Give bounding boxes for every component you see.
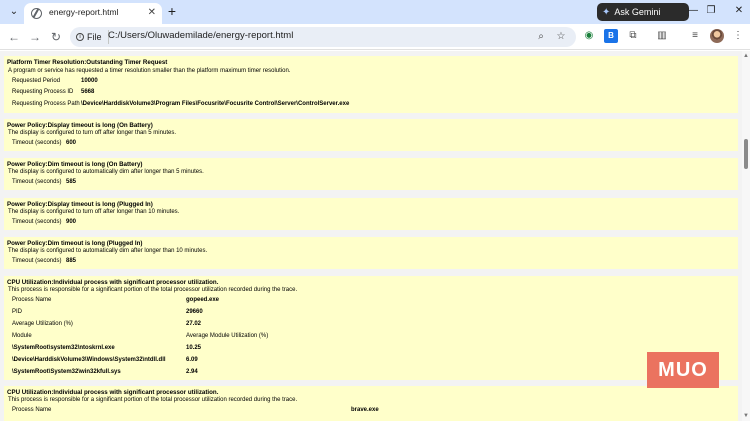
section-description: This process is responsible for a signif…	[8, 397, 298, 403]
report-content: Platform Timer Resolution:Outstanding Ti…	[0, 51, 742, 421]
bookmark-star-icon[interactable]: ☆	[554, 30, 568, 44]
scrollbar-thumb[interactable]	[744, 139, 748, 169]
report-section: Power Policy:Dim timeout is long (On Bat…	[4, 158, 738, 190]
close-window-icon[interactable]: ✕	[732, 4, 746, 18]
section-title: CPU Utilization:Individual process with …	[7, 279, 219, 286]
tab-title: energy-report.html	[49, 7, 119, 17]
toolbar: ← → ↻ i File C:/Users/Oluwademilade/ener…	[0, 24, 750, 50]
section-description: The display is configured to automatical…	[8, 248, 208, 254]
extensions-puzzle-icon[interactable]: ⧉	[626, 29, 640, 43]
section-title: Power Policy:Display timeout is long (Pl…	[7, 201, 153, 208]
row-label: \SystemRoot\system32\ntoskrnl.exe	[12, 345, 115, 351]
muo-watermark-logo: MUO	[647, 352, 719, 388]
zoom-search-icon[interactable]: ⌕	[534, 30, 548, 44]
close-tab-icon[interactable]: ✕	[148, 6, 156, 20]
report-section: Power Policy:Display timeout is long (On…	[4, 119, 738, 151]
row-value: 585	[66, 179, 77, 185]
maximize-icon[interactable]: ❐	[704, 4, 718, 18]
report-section: CPU Utilization:Individual process with …	[4, 386, 738, 421]
section-description: The display is configured to turn off af…	[8, 209, 180, 215]
row-value: Average Module Utilization (%)	[186, 333, 269, 339]
report-section: Power Policy:Display timeout is long (Pl…	[4, 198, 738, 230]
report-section: Platform Timer Resolution:Outstanding Ti…	[4, 56, 738, 113]
tab-energy-report[interactable]: energy-report.html ✕	[24, 3, 162, 24]
row-value: 900	[66, 219, 77, 225]
row-label: \SystemRoot\System32\win32kfull.sys	[12, 369, 121, 375]
row-label: Average Utilization (%)	[12, 321, 73, 327]
row-label: Requesting Process Path	[12, 101, 80, 107]
forward-icon[interactable]: →	[27, 29, 43, 45]
file-chip-label: File	[87, 32, 102, 42]
row-label: Process Name	[12, 407, 52, 413]
section-description: The display is configured to automatical…	[8, 169, 204, 175]
scroll-up-arrow-icon[interactable]: ▲	[742, 53, 750, 59]
minimize-icon[interactable]: —	[686, 4, 700, 18]
section-description: This process is responsible for a signif…	[8, 287, 298, 293]
info-icon: i	[76, 33, 84, 41]
back-icon[interactable]: ←	[6, 29, 22, 45]
scroll-down-arrow-icon[interactable]: ▼	[742, 413, 750, 419]
grammarly-extension-icon[interactable]: ◉	[582, 29, 596, 43]
section-title: Power Policy:Display timeout is long (On…	[7, 122, 153, 129]
bitwarden-extension-icon[interactable]: B	[604, 29, 618, 43]
section-title: Power Policy:Dim timeout is long (On Bat…	[7, 161, 143, 168]
section-title: CPU Utilization:Individual process with …	[7, 389, 219, 396]
report-section: CPU Utilization:Individual process with …	[4, 276, 738, 380]
row-value: 600	[66, 140, 77, 146]
file-favicon-icon	[31, 8, 42, 19]
section-title: Power Policy:Dim timeout is long (Plugge…	[7, 240, 143, 247]
profile-avatar[interactable]	[710, 29, 724, 43]
row-label: Timeout (seconds)	[12, 140, 62, 146]
site-info-chip[interactable]: i File	[76, 30, 109, 44]
row-value: brave.exe	[351, 407, 379, 413]
row-label: Requesting Process ID	[12, 89, 74, 95]
row-label: Timeout (seconds)	[12, 179, 62, 185]
row-value: 10000	[81, 78, 98, 84]
row-value: 5668	[81, 89, 95, 95]
gemini-star-icon: ✦	[602, 6, 611, 18]
title-bar: ⌄ energy-report.html ✕ + ✦ Ask Gemini — …	[0, 0, 750, 24]
section-description: The display is configured to turn off af…	[8, 130, 176, 136]
report-section: Power Policy:Dim timeout is long (Plugge…	[4, 237, 738, 269]
url-text[interactable]: C:/Users/Oluwademilade/energy-report.htm…	[108, 30, 293, 41]
row-label: Timeout (seconds)	[12, 219, 62, 225]
row-label: PID	[12, 309, 23, 315]
side-panel-icon[interactable]: ▥	[655, 29, 669, 43]
row-value: \Device\HarddiskVolume3\Program Files\Fo…	[81, 101, 350, 107]
row-value: 2.94	[186, 369, 198, 375]
row-label: \Device\HarddiskVolume3\Windows\System32…	[12, 357, 166, 363]
address-bar[interactable]: i File C:/Users/Oluwademilade/energy-rep…	[70, 27, 576, 47]
row-label: Process Name	[12, 297, 52, 303]
reload-icon[interactable]: ↻	[48, 29, 64, 45]
tab-search-dropdown-icon[interactable]: ⌄	[6, 4, 22, 20]
section-description: A program or service has requested a tim…	[8, 68, 291, 74]
tab-groups-icon[interactable]: ≡	[688, 29, 702, 43]
row-value: 29660	[186, 309, 203, 315]
menu-kebab-icon[interactable]: ⋮	[731, 29, 745, 43]
vertical-scrollbar[interactable]: ▲ ▼	[742, 51, 750, 421]
section-title: Platform Timer Resolution:Outstanding Ti…	[7, 59, 168, 66]
row-label: Module	[12, 333, 32, 339]
row-label: Timeout (seconds)	[12, 258, 62, 264]
ask-gemini-button[interactable]: ✦ Ask Gemini	[597, 3, 689, 21]
new-tab-icon[interactable]: +	[164, 3, 180, 19]
row-value: gopeed.exe	[186, 297, 220, 303]
row-value: 885	[66, 258, 77, 264]
row-value: 27.02	[186, 321, 202, 327]
row-value: 10.25	[186, 345, 202, 351]
row-value: 6.09	[186, 357, 198, 363]
row-label: Requested Period	[12, 78, 61, 84]
ask-gemini-label: Ask Gemini	[614, 7, 661, 17]
